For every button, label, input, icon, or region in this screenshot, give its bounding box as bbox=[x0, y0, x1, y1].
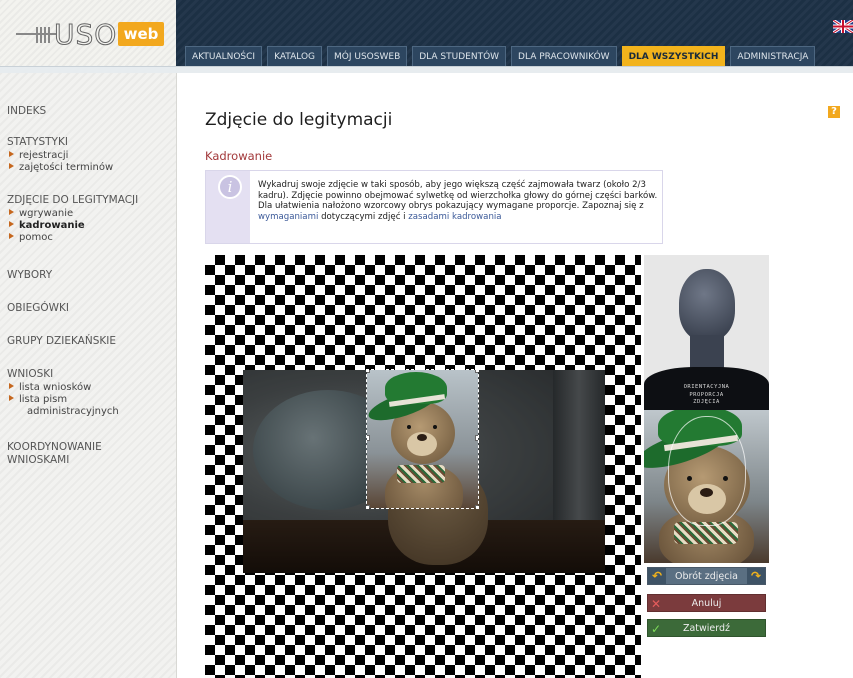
sidebar-sub-label: lista pism bbox=[19, 394, 68, 405]
sidebar-sub-label: rejestracji bbox=[19, 150, 69, 161]
rotate-control: ↶ Obrót zdjęcia ↷ bbox=[647, 567, 766, 585]
tab-moj-usosweb[interactable]: MÓJ USOSWEB bbox=[327, 46, 408, 67]
usosweb-logo[interactable]: USOS web bbox=[0, 0, 176, 66]
sidebar-sub-label: pomoc bbox=[19, 232, 53, 243]
info-text-part1: Wykadruj swoje zdjęcie w taki sposób, ab… bbox=[258, 180, 658, 211]
top-header: USOS web AKTUALNOŚCI KATALOG MÓJ USOSWEB… bbox=[0, 0, 853, 67]
uk-flag-icon[interactable] bbox=[833, 20, 853, 33]
bear-bow bbox=[397, 465, 445, 483]
logo-badge: web bbox=[118, 22, 164, 46]
sidebar-sub-label: wgrywanie bbox=[19, 208, 74, 219]
logo-stripes-icon bbox=[16, 27, 56, 43]
crop-handle[interactable] bbox=[475, 435, 478, 441]
sidebar-sub-zajetosci[interactable]: zajętości terminów bbox=[9, 162, 113, 173]
silhouette-caption-line: PROPORCJA bbox=[689, 391, 724, 398]
sidebar-sub-lista-pism-cont[interactable]: administracyjnych bbox=[27, 406, 119, 417]
header-underline bbox=[0, 66, 853, 73]
tab-dla-wszystkich[interactable]: DLA WSZYSTKICH bbox=[621, 46, 726, 67]
crop-preview bbox=[644, 410, 769, 563]
close-icon: ✕ bbox=[651, 597, 662, 611]
crop-handle[interactable] bbox=[475, 505, 478, 508]
rotate-right-icon[interactable]: ↷ bbox=[747, 568, 765, 584]
crop-handle[interactable] bbox=[367, 505, 370, 508]
sidebar-item-koordynowanie-cont[interactable]: WNIOSKAMI bbox=[7, 454, 69, 466]
confirm-label: Zatwierdź bbox=[682, 623, 731, 634]
sidebar-item-grupy[interactable]: GRUPY DZIEKAŃSKIE bbox=[7, 335, 116, 347]
crop-handle[interactable] bbox=[475, 370, 478, 373]
tab-katalog[interactable]: KATALOG bbox=[267, 46, 323, 67]
info-icon: i bbox=[218, 175, 242, 199]
check-icon: ✓ bbox=[651, 622, 662, 636]
arrow-right-icon bbox=[9, 395, 14, 401]
arrow-right-icon bbox=[9, 151, 14, 157]
cropping-rules-link[interactable]: zasadami kadrowania bbox=[408, 212, 501, 222]
sidebar-sub-label: zajętości terminów bbox=[19, 162, 114, 173]
sidebar-sub-wgrywanie[interactable]: wgrywanie bbox=[9, 208, 73, 219]
tab-aktualnosci[interactable]: AKTUALNOŚCI bbox=[185, 46, 263, 67]
sidebar-item-obiegowki[interactable]: OBIEGÓWKI bbox=[7, 302, 69, 314]
sidebar-sub-label: kadrowanie bbox=[19, 220, 85, 231]
sidebar-sub-label: lista wniosków bbox=[19, 382, 92, 393]
sidebar-sub-kadrowanie[interactable]: kadrowanie bbox=[9, 220, 85, 231]
crop-handle[interactable] bbox=[367, 435, 370, 441]
rotate-label: Obrót zdjęcia bbox=[675, 571, 738, 582]
bear-nose bbox=[417, 434, 427, 441]
crop-selection[interactable] bbox=[366, 369, 479, 509]
sidebar-item-statystyki[interactable]: STATYSTYKI bbox=[7, 136, 68, 148]
sidebar-item-wybory[interactable]: WYBORY bbox=[7, 269, 52, 281]
crop-handle[interactable] bbox=[367, 370, 370, 373]
help-icon[interactable]: ? bbox=[828, 106, 840, 118]
sidebar-sub-pomoc[interactable]: pomoc bbox=[9, 232, 53, 243]
tab-administracja[interactable]: ADMINISTRACJA bbox=[730, 46, 816, 67]
crop-canvas[interactable] bbox=[205, 255, 641, 678]
requirements-link[interactable]: wymaganiami bbox=[258, 212, 318, 222]
sidebar-sub-rejestracji[interactable]: rejestracji bbox=[9, 150, 68, 161]
main-tabs: AKTUALNOŚCI KATALOG MÓJ USOSWEB DLA STUD… bbox=[185, 46, 816, 67]
info-text-part2: dotyczącymi zdjęć i bbox=[318, 211, 409, 222]
tab-dla-studentow[interactable]: DLA STUDENTÓW bbox=[412, 46, 507, 67]
silhouette-head bbox=[679, 269, 735, 341]
arrow-right-icon bbox=[9, 209, 14, 215]
silhouette-caption: ORIENTACYJNA PROPORCJA ZDJĘCIA bbox=[644, 384, 769, 407]
info-text: Wykadruj swoje zdjęcie w taki sposób, ab… bbox=[258, 180, 658, 222]
info-box: i Wykadruj swoje zdjęcie w taki sposób, … bbox=[205, 170, 663, 244]
sidebar-sub-lista-wnioskow[interactable]: lista wniosków bbox=[9, 382, 91, 393]
arrow-right-icon bbox=[9, 383, 14, 389]
sidebar-item-wnioski[interactable]: WNIOSKI bbox=[7, 368, 53, 380]
confirm-button[interactable]: ✓ Zatwierdź bbox=[647, 619, 766, 637]
preview-head-outline bbox=[668, 416, 746, 526]
silhouette-caption-line: ZDJĘCIA bbox=[693, 399, 720, 405]
reference-silhouette: ORIENTACYJNA PROPORCJA ZDJĘCIA bbox=[644, 255, 769, 410]
sidebar-sub-lista-pism[interactable]: lista pism bbox=[9, 394, 67, 405]
arrow-right-icon bbox=[9, 221, 14, 227]
cancel-button[interactable]: ✕ Anuluj bbox=[647, 594, 766, 612]
bear-eye bbox=[433, 425, 437, 429]
arrow-right-icon bbox=[9, 233, 14, 239]
section-title: Kadrowanie bbox=[205, 149, 273, 163]
info-stripe: i bbox=[206, 171, 250, 243]
silhouette-caption-line: ORIENTACYJNA bbox=[683, 384, 730, 390]
sidebar-item-zdjecie[interactable]: ZDJĘCIE DO LEGITYMACJI bbox=[7, 194, 138, 206]
sidebar-item-koordynowanie[interactable]: KOORDYNOWANIE bbox=[7, 441, 102, 453]
sidebar: INDEKS STATYSTYKI rejestracji zajętości … bbox=[0, 73, 177, 678]
tab-dla-pracownikow[interactable]: DLA PRACOWNIKÓW bbox=[511, 46, 617, 67]
page-title: Zdjęcie do legitymacji bbox=[205, 110, 393, 130]
cancel-label: Anuluj bbox=[691, 598, 722, 609]
bear-eye bbox=[407, 425, 411, 429]
sidebar-item-indeks[interactable]: INDEKS bbox=[7, 105, 46, 117]
arrow-right-icon bbox=[9, 163, 14, 169]
rotate-left-icon[interactable]: ↶ bbox=[648, 568, 666, 584]
